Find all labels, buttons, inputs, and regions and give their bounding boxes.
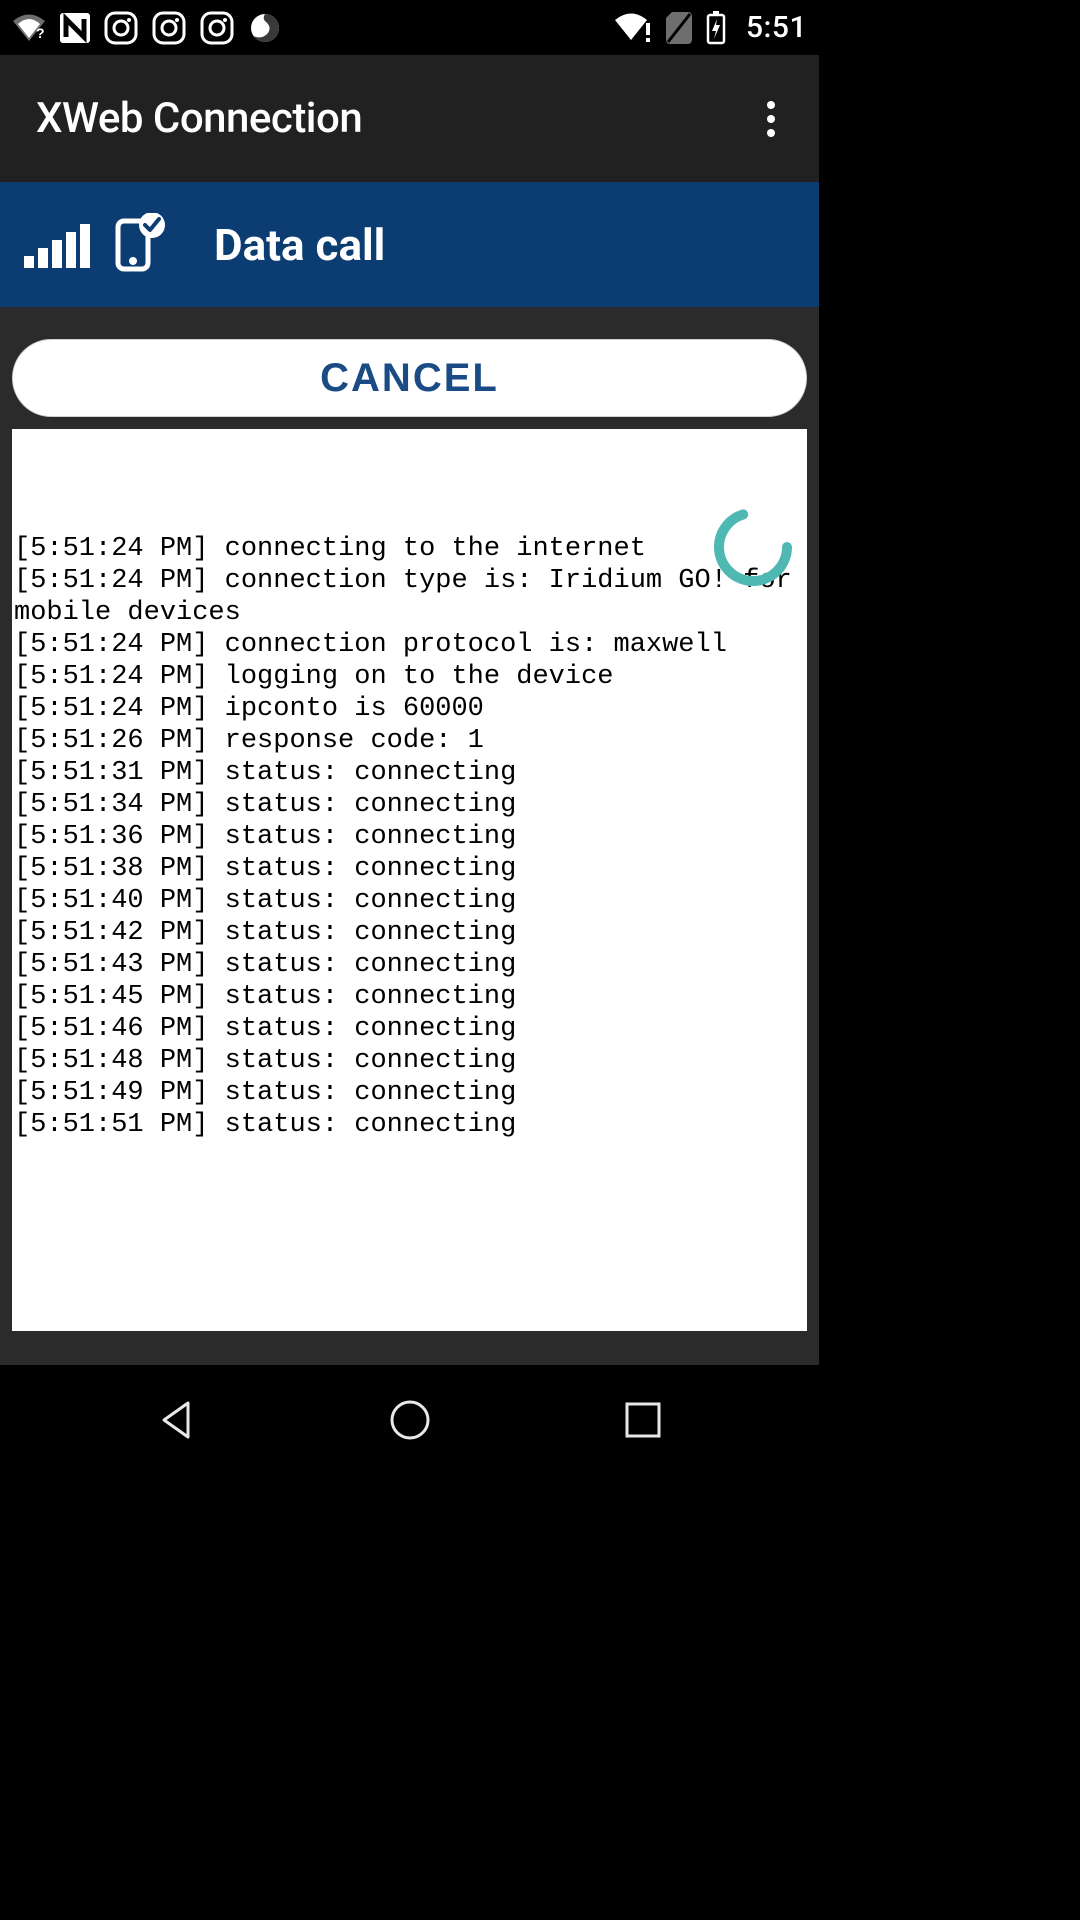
- status-right: 5:51: [614, 10, 807, 45]
- instagram-icon: [104, 11, 138, 45]
- recent-square-icon: [622, 1399, 664, 1441]
- log-line: [5:51:46 PM] status: connecting: [12, 1013, 807, 1045]
- android-nav-bar: [0, 1365, 819, 1475]
- app-title: XWeb Connection: [36, 94, 362, 143]
- banner-title: Data call: [214, 219, 385, 271]
- android-status-bar: ? 5:51: [0, 0, 819, 55]
- status-clock: 5:51: [746, 10, 807, 45]
- n-icon: [60, 13, 90, 43]
- log-line: [5:51:40 PM] status: connecting: [12, 885, 807, 917]
- svg-text:?: ?: [36, 25, 45, 41]
- log-line: [5:51:43 PM] status: connecting: [12, 949, 807, 981]
- signal-bars-icon: [24, 218, 94, 272]
- log-line: [5:51:24 PM] connection type is: Iridium…: [12, 565, 807, 629]
- battery-charging-icon: [706, 11, 726, 45]
- instagram-icon: [152, 11, 186, 45]
- log-line: [5:51:34 PM] status: connecting: [12, 789, 807, 821]
- log-line: [5:51:36 PM] status: connecting: [12, 821, 807, 853]
- log-line: [5:51:49 PM] status: connecting: [12, 1077, 807, 1109]
- cancel-button[interactable]: CANCEL: [12, 339, 807, 417]
- wifi-question-icon: ?: [12, 14, 46, 42]
- nav-recent-button[interactable]: [603, 1380, 683, 1460]
- overflow-menu-button[interactable]: [747, 95, 795, 143]
- log-line: [5:51:24 PM] connection protocol is: max…: [12, 629, 807, 661]
- wifi-alert-icon: [614, 13, 652, 43]
- bottom-spacer: [0, 1343, 819, 1365]
- firefox-icon: [248, 11, 282, 45]
- log-line: [5:51:24 PM] connecting to the internet: [12, 533, 807, 565]
- nav-back-button[interactable]: [137, 1380, 217, 1460]
- app-bar: XWeb Connection: [0, 55, 819, 182]
- log-text: [5:51:24 PM] connecting to the internet[…: [12, 533, 807, 1141]
- no-sim-icon: [666, 12, 692, 44]
- instagram-icon: [200, 11, 234, 45]
- log-panel[interactable]: [5:51:24 PM] connecting to the internet[…: [12, 429, 807, 1331]
- log-line: [5:51:51 PM] status: connecting: [12, 1109, 807, 1141]
- log-line: [5:51:24 PM] ipconto is 60000: [12, 693, 807, 725]
- connection-banner: Data call: [0, 182, 819, 307]
- log-line: [5:51:42 PM] status: connecting: [12, 917, 807, 949]
- home-circle-icon: [387, 1397, 433, 1443]
- content-area: CANCEL [5:51:24 PM] connecting to the in…: [0, 307, 819, 1343]
- nav-home-button[interactable]: [370, 1380, 450, 1460]
- more-vert-icon: [767, 101, 775, 137]
- device-check-icon: [112, 213, 166, 277]
- log-line: [5:51:24 PM] logging on to the device: [12, 661, 807, 693]
- log-line: [5:51:48 PM] status: connecting: [12, 1045, 807, 1077]
- status-left: ?: [12, 11, 614, 45]
- loading-spinner-icon: [711, 441, 795, 525]
- log-line: [5:51:38 PM] status: connecting: [12, 853, 807, 885]
- log-line: [5:51:26 PM] response code: 1: [12, 725, 807, 757]
- log-line: [5:51:45 PM] status: connecting: [12, 981, 807, 1013]
- log-line: [5:51:31 PM] status: connecting: [12, 757, 807, 789]
- back-triangle-icon: [154, 1397, 200, 1443]
